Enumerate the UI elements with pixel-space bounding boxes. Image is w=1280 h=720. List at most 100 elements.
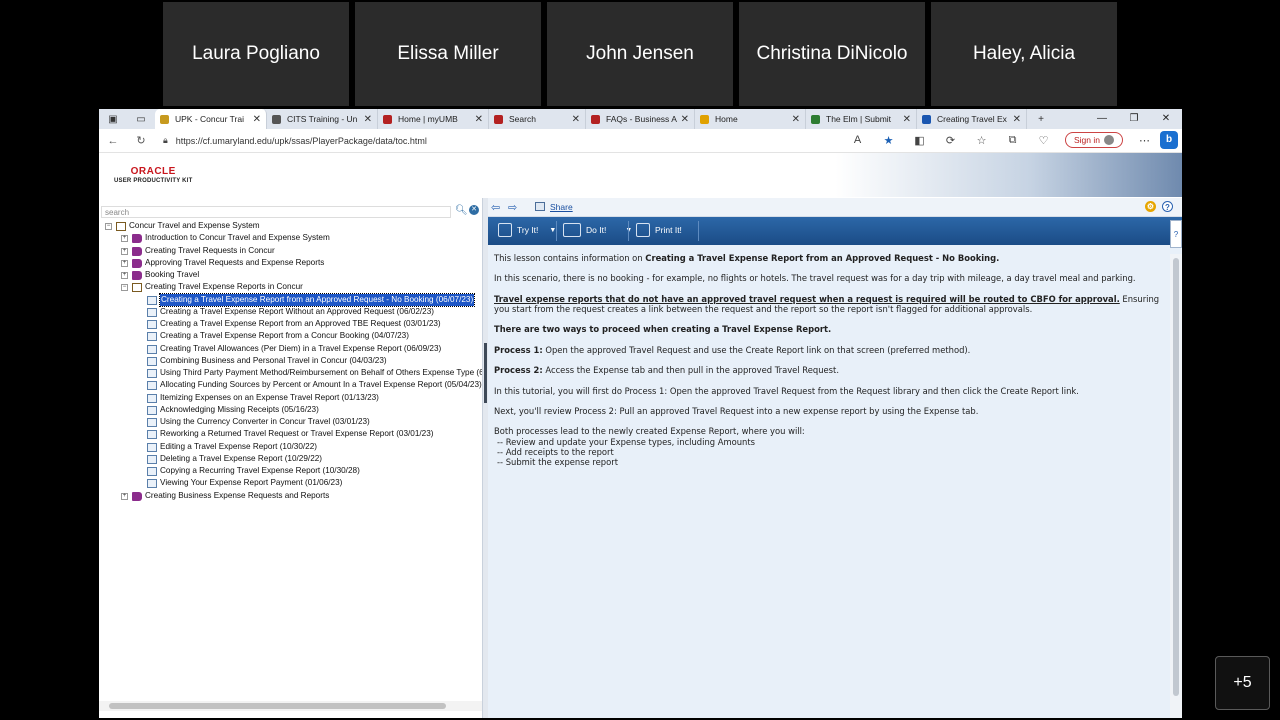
- expand-icon[interactable]: +: [121, 259, 128, 267]
- browser-tab[interactable]: FAQs - Business A ✕: [586, 109, 695, 129]
- collapse-icon[interactable]: −: [121, 284, 128, 292]
- tree-node[interactable]: Creating Travel Allowances (Per Diem) in…: [99, 343, 482, 355]
- close-window-icon[interactable]: ✕: [1150, 109, 1182, 129]
- tree-node[interactable]: Acknowledging Missing Receipts (05/16/23…: [99, 404, 482, 416]
- sync-icon[interactable]: ⟳: [935, 134, 966, 147]
- tree-node[interactable]: Deleting a Travel Expense Report (10/29/…: [99, 453, 482, 465]
- search-icon[interactable]: 🔍︎: [455, 205, 468, 216]
- tree-node-label: Copying a Recurring Travel Expense Repor…: [160, 466, 360, 475]
- tree-node[interactable]: Creating a Travel Expense Report from an…: [99, 318, 482, 330]
- close-tab-icon[interactable]: ✕: [253, 114, 261, 125]
- sign-in-button[interactable]: Sign in: [1065, 132, 1123, 148]
- browser-tab[interactable]: UPK - Concur Trai ✕: [155, 109, 267, 129]
- close-tab-icon[interactable]: ✕: [572, 114, 580, 125]
- tree-node[interactable]: Creating a Travel Expense Report Without…: [99, 306, 482, 318]
- participant-tile[interactable]: Laura Pogliano: [163, 2, 349, 106]
- minimize-icon[interactable]: —: [1086, 109, 1118, 129]
- browser-tab[interactable]: Creating Travel Ex ✕: [917, 109, 1027, 129]
- performance-icon[interactable]: ♡: [1028, 134, 1059, 147]
- tree-node[interactable]: Allocating Funding Sources by Percent or…: [99, 379, 482, 391]
- tree-node[interactable]: Viewing Your Expense Report Payment (01/…: [99, 477, 482, 489]
- next-arrow-icon[interactable]: ⇨: [508, 201, 517, 214]
- try-it-button[interactable]: Try It! ▼: [498, 223, 556, 237]
- close-tab-icon[interactable]: ✕: [1013, 114, 1021, 125]
- tree-node[interactable]: Itemizing Expenses on an Expense Travel …: [99, 392, 482, 404]
- share-link[interactable]: Share: [550, 202, 573, 212]
- back-icon[interactable]: ←: [99, 135, 127, 147]
- tab-actions-icon[interactable]: ▭: [127, 114, 155, 125]
- window-controls: — ❐ ✕: [1086, 109, 1182, 129]
- participant-tile[interactable]: Haley, Alicia: [931, 2, 1117, 106]
- tree-node[interactable]: Using Third Party Payment Method/Reimbur…: [99, 367, 484, 379]
- bing-icon[interactable]: b: [1160, 131, 1178, 149]
- more-menu-icon[interactable]: ⋯: [1129, 134, 1160, 147]
- tree-node-label: Allocating Funding Sources by Percent or…: [160, 380, 482, 390]
- tree-node[interactable]: Editing a Travel Expense Report (10/30/2…: [99, 441, 482, 453]
- more-participants-button[interactable]: +5: [1215, 656, 1270, 710]
- browser-tab[interactable]: Home ✕: [695, 109, 806, 129]
- tree-node-label: Acknowledging Missing Receipts (05/16/23…: [160, 404, 319, 414]
- splitter-grip[interactable]: [484, 343, 487, 403]
- close-tab-icon[interactable]: ✕: [681, 114, 689, 125]
- tree-node[interactable]: + Creating Business Expense Requests and …: [99, 490, 482, 502]
- participant-tile[interactable]: John Jensen: [547, 2, 733, 106]
- help-icon[interactable]: ?: [1162, 201, 1173, 212]
- read-aloud-icon[interactable]: A: [842, 134, 873, 146]
- tree-node-label: Creating Travel Allowances (Per Diem) in…: [160, 343, 442, 353]
- participant-name: Laura Pogliano: [192, 43, 320, 64]
- help-side-tab[interactable]: ?: [1170, 220, 1182, 248]
- browser-tab[interactable]: Search ✕: [489, 109, 586, 129]
- clear-search-icon[interactable]: ✕: [469, 205, 479, 215]
- tree-node[interactable]: − Creating Travel Expense Reports in Conc…: [99, 281, 482, 293]
- tree-node[interactable]: Creating a Travel Expense Report from a …: [99, 330, 482, 342]
- extension-icon[interactable]: ◧: [904, 134, 935, 147]
- collapse-icon[interactable]: −: [105, 223, 112, 230]
- tree-node[interactable]: + Introduction to Concur Travel and Expen…: [99, 232, 482, 244]
- expand-icon[interactable]: +: [121, 235, 128, 243]
- browser-tab[interactable]: Home | myUMB ✕: [378, 109, 489, 129]
- tree-node[interactable]: Reworking a Returned Travel Request or T…: [99, 428, 482, 440]
- browser-tab[interactable]: CITS Training - Un ✕: [267, 109, 378, 129]
- workspaces-icon[interactable]: ▣: [99, 114, 127, 125]
- close-tab-icon[interactable]: ✕: [364, 114, 372, 125]
- expand-icon[interactable]: +: [121, 272, 128, 279]
- tree-node[interactable]: − Concur Travel and Expense System: [99, 220, 482, 232]
- tree-node[interactable]: Combining Business and Personal Travel i…: [99, 355, 482, 367]
- hand-icon: [498, 223, 512, 237]
- new-tab-button[interactable]: +: [1027, 114, 1055, 125]
- topic-icon: [147, 356, 157, 366]
- scrollbar-thumb[interactable]: [109, 703, 446, 709]
- favorites-icon[interactable]: ☆: [966, 134, 997, 147]
- close-tab-icon[interactable]: ✕: [792, 114, 800, 125]
- browser-tab[interactable]: The Elm | Submit ✕: [806, 109, 917, 129]
- settings-icon[interactable]: ⚙: [1145, 201, 1156, 212]
- restore-icon[interactable]: ❐: [1118, 109, 1150, 129]
- tree-node[interactable]: + Approving Travel Requests and Expense R…: [99, 257, 482, 269]
- close-tab-icon[interactable]: ✕: [903, 114, 911, 125]
- vertical-scrollbar[interactable]: [1170, 254, 1182, 718]
- search-input[interactable]: search: [101, 206, 451, 218]
- tree-node[interactable]: Copying a Recurring Travel Expense Repor…: [99, 465, 482, 477]
- scrollbar-thumb[interactable]: [1173, 258, 1179, 696]
- print-it-button[interactable]: Print It!: [636, 223, 682, 237]
- expand-icon[interactable]: +: [121, 492, 128, 500]
- horizontal-scrollbar[interactable]: [99, 701, 482, 711]
- participant-tile[interactable]: Elissa Miller: [355, 2, 541, 106]
- refresh-icon[interactable]: ↻: [127, 134, 155, 147]
- tree-node[interactable]: + Booking Travel: [99, 269, 482, 281]
- tree-node[interactable]: Using the Currency Converter in Concur T…: [99, 416, 482, 428]
- url-field[interactable]: 🔒︎ https://cf.umaryland.edu/upk/ssas/Pla…: [163, 131, 863, 151]
- expand-icon[interactable]: +: [121, 247, 128, 255]
- print-icon: [636, 223, 650, 237]
- browser-toolbar: A ★ ◧ ⟳ ☆ ⧉ ♡ Sign in ⋯ b: [842, 131, 1178, 149]
- close-tab-icon[interactable]: ✕: [475, 114, 483, 125]
- participant-tile[interactable]: Christina DiNicolo: [739, 2, 925, 106]
- favorite-star-icon[interactable]: ★: [873, 134, 904, 147]
- do-it-button[interactable]: Do It!▼: [563, 223, 632, 237]
- share-icon[interactable]: [535, 202, 545, 211]
- lock-icon[interactable]: 🔒︎: [163, 135, 168, 146]
- tree-node[interactable]: Creating a Travel Expense Report from an…: [99, 292, 482, 307]
- tree-node[interactable]: + Creating Travel Requests in Concur: [99, 245, 482, 257]
- collections-icon[interactable]: ⧉: [997, 134, 1028, 147]
- previous-arrow-icon[interactable]: ⇦: [491, 201, 500, 214]
